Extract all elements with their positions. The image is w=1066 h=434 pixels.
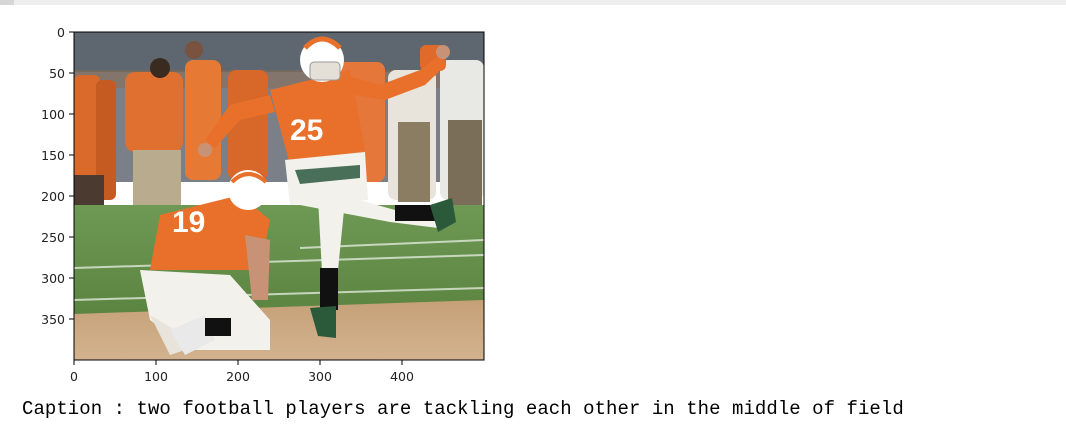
x-tick-label: 200	[226, 369, 250, 384]
caption-text: Caption : two football players are tackl…	[22, 398, 904, 420]
x-tick-label: 0	[70, 369, 78, 384]
jersey-number-25: 25	[290, 114, 323, 147]
y-tick-label: 150	[41, 148, 65, 163]
x-tick-label: 300	[308, 369, 332, 384]
y-tick-label: 250	[41, 230, 65, 245]
y-tick-label: 200	[41, 189, 65, 204]
x-tick-label: 100	[144, 369, 168, 384]
x-tick-label: 400	[390, 369, 414, 384]
y-axis: 0 50 100 150 200 250 300 350	[41, 25, 74, 327]
y-tick-label: 350	[41, 312, 65, 327]
y-tick-label: 100	[41, 107, 65, 122]
x-axis: 0 100 200 300 400	[70, 360, 414, 384]
y-tick-label: 50	[49, 66, 65, 81]
y-tick-label: 0	[57, 25, 65, 40]
photo-image: 25 19	[74, 32, 484, 360]
matplotlib-figure: 25 19 0 50 100 150 200 250 300 350 0 100…	[41, 25, 485, 384]
jersey-number-19: 19	[172, 206, 205, 239]
y-tick-label: 300	[41, 271, 65, 286]
